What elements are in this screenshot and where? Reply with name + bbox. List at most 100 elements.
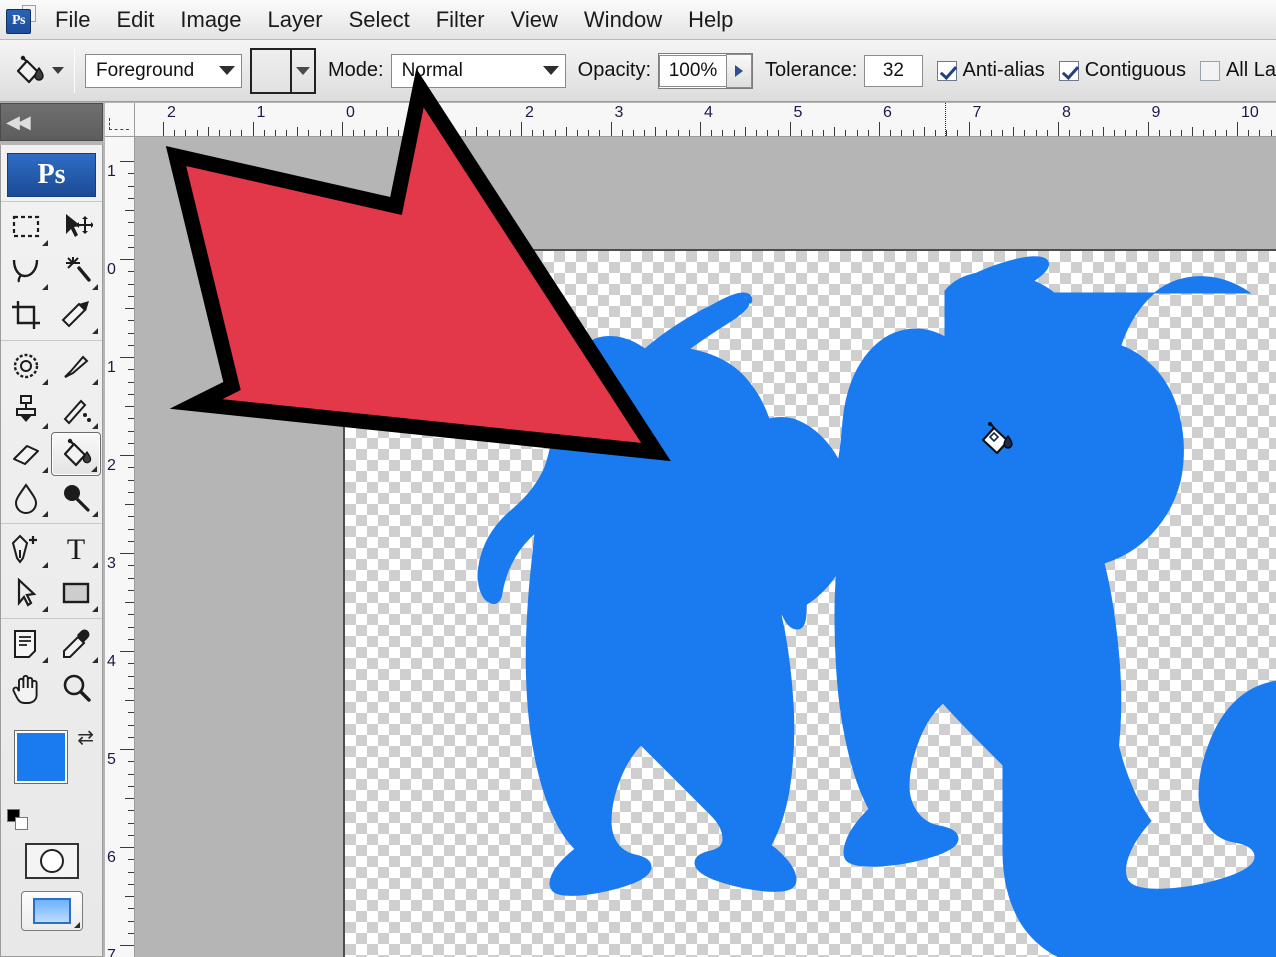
- tool-flyout-corner-icon: [42, 423, 48, 429]
- ruler-minor-tick: [912, 130, 914, 136]
- tool-rectangle-shape[interactable]: [51, 571, 101, 615]
- ruler-origin-corner[interactable]: [105, 103, 135, 137]
- ruler-minor-tick: [128, 712, 134, 714]
- opacity-input[interactable]: 100%: [659, 54, 728, 87]
- anti-alias-label: Anti-alias: [962, 59, 1045, 81]
- ruler-minor-tick: [409, 130, 411, 136]
- tool-hand[interactable]: [1, 666, 51, 710]
- tool-paint-bucket[interactable]: [51, 432, 101, 476]
- tool-rectangular-marquee[interactable]: [1, 205, 51, 249]
- tool-lasso[interactable]: [1, 249, 51, 293]
- canvas-workspace[interactable]: [135, 137, 1276, 957]
- horizontal-ruler[interactable]: 2 1 0 1 2 3 4 5 6 7 8 9 10: [135, 103, 1276, 137]
- ruler-minor-tick: [297, 127, 299, 136]
- ruler-minor-tick: [845, 130, 847, 136]
- tool-eyedropper[interactable]: [51, 622, 101, 666]
- document-canvas[interactable]: [343, 249, 1276, 957]
- fill-source-select[interactable]: Foreground: [85, 53, 242, 88]
- blend-mode-select[interactable]: Normal: [390, 53, 566, 88]
- menu-layer[interactable]: Layer: [255, 1, 336, 39]
- photoshop-badge: Ps: [7, 153, 96, 197]
- ruler-major-tick: [163, 122, 164, 136]
- eraser-tool-icon: [13, 445, 39, 465]
- tool-pen[interactable]: [1, 527, 51, 571]
- contiguous-checkbox-row[interactable]: Contiguous: [1058, 59, 1186, 82]
- move-tool-icon: [66, 214, 93, 237]
- ruler-minor-tick: [599, 130, 601, 136]
- menu-filter[interactable]: Filter: [423, 1, 498, 39]
- ruler-label: 7: [972, 104, 982, 121]
- ruler-minor-tick: [230, 130, 232, 136]
- menu-image[interactable]: Image: [167, 1, 254, 39]
- pattern-swatch-picker[interactable]: [249, 47, 316, 94]
- penguin-artwork: [477, 256, 1276, 957]
- ruler-minor-tick: [1270, 130, 1272, 136]
- anti-alias-checkbox-row[interactable]: Anti-alias: [936, 59, 1045, 82]
- ruler-origin-marker-icon: [109, 118, 129, 130]
- menu-view[interactable]: View: [498, 1, 571, 39]
- all-layers-checkbox[interactable]: [1199, 60, 1220, 81]
- ruler-minor-tick: [688, 130, 690, 136]
- tool-flyout-corner-icon: [42, 379, 48, 385]
- ruler-minor-tick: [946, 130, 948, 136]
- default-colors-icon[interactable]: [7, 809, 29, 831]
- ruler-minor-tick: [1225, 130, 1227, 136]
- contiguous-checkbox[interactable]: [1058, 60, 1079, 81]
- ruler-minor-tick: [554, 130, 556, 136]
- ruler-minor-tick: [128, 332, 134, 334]
- tool-path-selection[interactable]: [1, 571, 51, 615]
- ruler-label: 5: [107, 751, 116, 768]
- ruler-minor-tick: [364, 130, 366, 136]
- tool-healing-brush[interactable]: [1, 344, 51, 388]
- screen-mode-button[interactable]: [20, 891, 83, 931]
- active-tool-preview[interactable]: [8, 49, 50, 93]
- ruler-minor-tick: [1192, 127, 1194, 136]
- chevron-down-icon: [542, 66, 559, 75]
- anti-alias-checkbox[interactable]: [936, 60, 957, 81]
- ruler-minor-tick: [901, 130, 903, 136]
- tool-clone-stamp[interactable]: [1, 388, 51, 432]
- ruler-major-tick: [431, 122, 433, 136]
- tolerance-input[interactable]: 32: [864, 54, 923, 87]
- ruler-minor-tick: [442, 130, 444, 136]
- tool-notes[interactable]: [1, 622, 51, 666]
- menu-window[interactable]: Window: [571, 1, 675, 39]
- opacity-control[interactable]: 100%: [658, 52, 754, 89]
- tool-dodge[interactable]: [51, 476, 101, 520]
- ruler-minor-tick: [744, 127, 746, 136]
- tool-crop[interactable]: [1, 293, 51, 337]
- tool-brush[interactable]: [51, 344, 101, 388]
- screen-icon: [32, 898, 71, 924]
- tool-magic-wand[interactable]: [51, 249, 101, 293]
- ruler-minor-tick: [128, 516, 134, 518]
- menu-help[interactable]: Help: [675, 1, 746, 39]
- ruler-major-tick: [521, 122, 522, 136]
- tool-history-brush[interactable]: [51, 388, 101, 432]
- menu-edit[interactable]: Edit: [103, 1, 167, 39]
- ruler-minor-tick: [722, 130, 724, 136]
- tool-blur[interactable]: [1, 476, 51, 520]
- pattern-dropdown-button[interactable]: [291, 49, 314, 92]
- foreground-color-swatch[interactable]: [14, 730, 68, 784]
- tool-panel-collapse-bar[interactable]: ◀◀: [0, 103, 103, 141]
- tool-move[interactable]: [51, 205, 101, 249]
- ruler-minor-tick: [778, 130, 780, 136]
- tool-preset-caret-icon[interactable]: [52, 67, 65, 74]
- tool-flyout-corner-icon: [42, 511, 48, 517]
- opacity-slider-button[interactable]: [726, 53, 753, 88]
- tool-slice[interactable]: [51, 293, 101, 337]
- tool-eraser[interactable]: [1, 432, 51, 476]
- tool-zoom[interactable]: [51, 666, 101, 710]
- ruler-label: 1: [256, 104, 266, 121]
- ruler-label: 4: [704, 104, 713, 121]
- all-layers-checkbox-row[interactable]: All La: [1199, 59, 1276, 82]
- mode-label: Mode:: [327, 59, 384, 81]
- menu-file[interactable]: File: [42, 1, 103, 39]
- swap-colors-icon[interactable]: ⇄: [77, 725, 94, 750]
- vertical-ruler[interactable]: 1 0 1 2 3 4 5 6 7: [105, 137, 135, 957]
- tool-horizontal-type[interactable]: T: [51, 527, 101, 571]
- ruler-minor-tick: [1046, 130, 1048, 136]
- menu-select[interactable]: Select: [336, 1, 423, 39]
- ruler-label: 2: [167, 104, 176, 121]
- quick-mask-button[interactable]: [24, 843, 79, 879]
